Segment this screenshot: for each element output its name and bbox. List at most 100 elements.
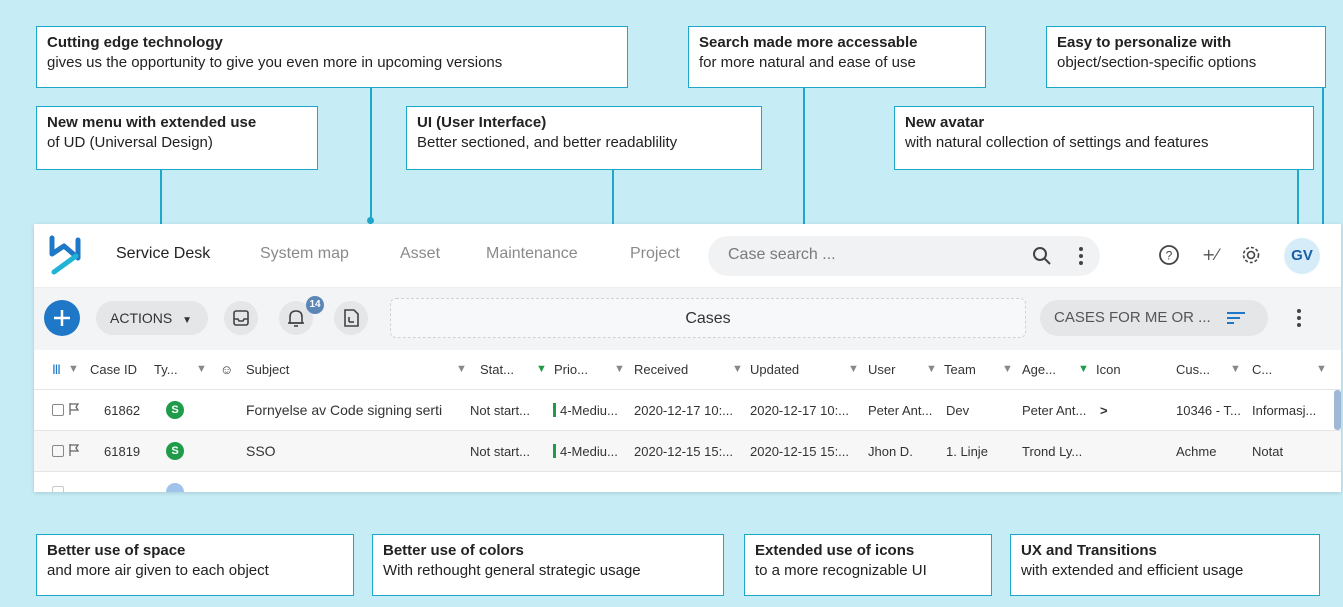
column-updated[interactable]: Updated [750, 362, 799, 377]
flag-icon[interactable] [68, 443, 80, 457]
column-customer[interactable]: Cus... [1176, 362, 1210, 377]
filter-icon[interactable]: ▼ [196, 363, 207, 375]
avatar[interactable]: GV [1284, 238, 1320, 274]
case-updated: 2020-12-17 10:... [750, 403, 850, 418]
nav-project[interactable]: Project [630, 245, 680, 263]
connector-dot-tech [367, 217, 374, 224]
callout-tech: Cutting edge technology gives us the opp… [36, 26, 628, 88]
case-received: 2020-12-17 10:... [634, 403, 734, 418]
priority-indicator [553, 444, 556, 458]
column-type[interactable]: Ty... [154, 362, 178, 377]
callout-colors: Better use of colors With rethought gene… [372, 534, 724, 596]
case-subject[interactable]: Fornyelse av Code signing serti [246, 402, 468, 418]
filter-icon[interactable]: ▼ [456, 363, 467, 375]
filter-icon[interactable]: ▼ [1316, 363, 1327, 375]
smiley-icon[interactable]: ☺ [220, 362, 233, 377]
inbox-button[interactable] [224, 301, 258, 335]
table-row[interactable]: 61819 S SSO Not start... 4-Mediu... 2020… [34, 431, 1341, 472]
callout-desc: for more natural and ease of use [699, 54, 916, 71]
callout-personalize: Easy to personalize with object/section-… [1046, 26, 1326, 88]
logo-icon [49, 235, 81, 275]
connector-search [803, 88, 805, 236]
flag-icon[interactable] [68, 402, 80, 416]
callout-title: Easy to personalize with [1057, 34, 1232, 51]
sort-icon [1227, 312, 1245, 324]
case-agent: Peter Ant... [1022, 403, 1087, 418]
case-team: 1. Linje [946, 444, 988, 459]
nav-asset[interactable]: Asset [400, 245, 440, 263]
nav-maintenance[interactable]: Maintenance [486, 245, 578, 263]
column-subject[interactable]: Subject [246, 362, 289, 377]
column-team[interactable]: Team [944, 362, 976, 377]
column-category[interactable]: C... [1252, 362, 1272, 377]
callout-desc: with natural collection of settings and … [905, 134, 1209, 151]
callout-desc: Better sectioned, and better readablilit… [417, 134, 678, 151]
notification-badge: 14 [306, 296, 324, 314]
callout-title: New avatar [905, 114, 985, 131]
case-category: Notat [1252, 444, 1284, 459]
case-updated: 2020-12-15 15:... [750, 444, 850, 459]
actions-label: ACTIONS [110, 310, 173, 326]
filter-active-icon[interactable]: ▼ [1078, 363, 1089, 375]
type-badge: S [166, 401, 184, 419]
search-icon[interactable] [1032, 246, 1052, 266]
table-row[interactable]: 61862 S Fornyelse av Code signing serti … [34, 390, 1341, 431]
filter-icon[interactable]: ▼ [1230, 363, 1241, 375]
row-checkbox[interactable] [52, 486, 64, 492]
top-navigation-bar: Service Desk System map Asset Maintenanc… [34, 224, 1341, 288]
column-received[interactable]: Received [634, 362, 688, 377]
filter-icon[interactable]: ▼ [848, 363, 859, 375]
column-icon[interactable]: Icon [1096, 362, 1121, 377]
filter-icon[interactable]: ▼ [732, 363, 743, 375]
column-case-id[interactable]: Case ID [90, 362, 137, 377]
add-case-button[interactable] [44, 300, 80, 336]
case-user: Jhon D. [868, 444, 913, 459]
callout-desc: with extended and efficient usage [1021, 562, 1244, 579]
caret-down-icon: ▼ [182, 315, 193, 326]
case-team: Dev [946, 403, 970, 418]
kebab-icon[interactable] [1078, 246, 1084, 266]
filter-dropdown[interactable]: CASES FOR ME OR ... [1040, 300, 1268, 336]
table-scrollbar[interactable] [1334, 390, 1341, 430]
callout-desc: With rethought general strategic usage [383, 562, 641, 579]
inbox-icon [233, 310, 249, 326]
column-agent[interactable]: Age... [1022, 362, 1056, 377]
column-status[interactable]: Stat... [480, 362, 514, 377]
search-input[interactable]: Case search ... [728, 246, 836, 264]
gear-icon[interactable] [1240, 244, 1262, 266]
filter-icon[interactable]: ▼ [926, 363, 937, 375]
filter-active-icon[interactable]: ▼ [536, 363, 547, 375]
case-status: Not start... [470, 403, 530, 418]
case-received: 2020-12-15 15:... [634, 444, 734, 459]
send-icon[interactable]: > [1100, 403, 1108, 418]
callout-title: Better use of space [47, 542, 186, 559]
nav-system-map[interactable]: System map [260, 245, 349, 263]
column-user[interactable]: User [868, 362, 895, 377]
case-status: Not start... [470, 444, 530, 459]
filter-icon[interactable]: ▼ [1002, 363, 1013, 375]
nav-service-desk[interactable]: Service Desk [116, 245, 210, 263]
case-subject[interactable]: SSO [246, 443, 468, 459]
help-icon[interactable]: ? [1158, 244, 1180, 266]
column-priority[interactable]: Prio... [554, 362, 588, 377]
callout-ui: UI (User Interface) Better sectioned, an… [406, 106, 762, 170]
toolbar-kebab-icon[interactable] [1296, 308, 1302, 328]
plus-icon [54, 310, 70, 326]
columns-icon[interactable]: Ⅲ [52, 362, 61, 378]
callout-search: Search made more accessable for more nat… [688, 26, 986, 88]
case-category: Informasj... [1252, 403, 1317, 418]
callout-desc: gives us the opportunity to give you eve… [47, 54, 503, 71]
search-box[interactable]: Case search ... [708, 236, 1100, 276]
row-checkbox[interactable] [52, 445, 64, 457]
row-checkbox[interactable] [52, 404, 64, 416]
actions-dropdown[interactable]: ACTIONS ▼ [96, 301, 208, 335]
callout-title: Extended use of icons [755, 542, 915, 559]
section-title: Cases [685, 310, 731, 327]
case-priority: 4-Mediu... [560, 444, 618, 459]
shortcut-icon[interactable]: +⁄ [1200, 244, 1224, 266]
filter-icon[interactable]: ▼ [614, 363, 625, 375]
filter-icon[interactable]: ▼ [68, 363, 79, 375]
document-button[interactable] [334, 301, 368, 335]
type-badge [166, 483, 184, 492]
case-agent: Trond Ly... [1022, 444, 1083, 459]
